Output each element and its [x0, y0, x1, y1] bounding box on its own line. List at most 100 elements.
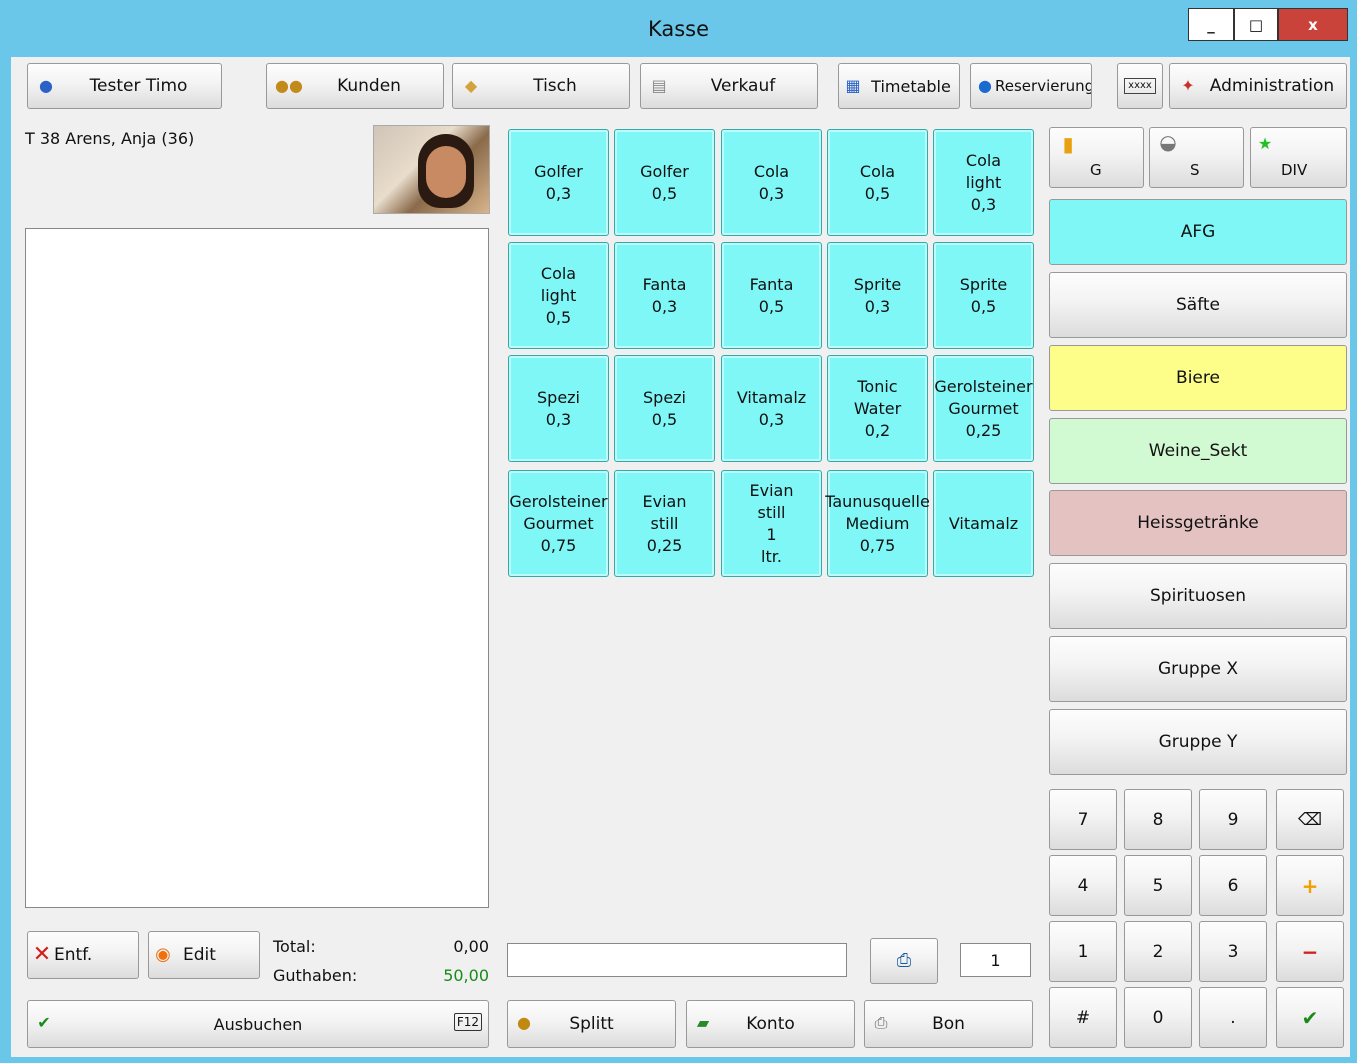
- group-s-label: S: [1190, 161, 1200, 179]
- product-button[interactable]: Spezi 0,5: [614, 355, 715, 462]
- window-frame-bottom: [0, 1057, 1357, 1063]
- group-g-button[interactable]: ▮ G: [1049, 127, 1144, 188]
- close-button[interactable]: x: [1278, 8, 1348, 41]
- beer-icon: ▮: [1062, 132, 1074, 156]
- edit-button[interactable]: ◉ Edit: [148, 931, 260, 979]
- group-div-button[interactable]: ★ DIV: [1250, 127, 1347, 188]
- account-button-label: Konto: [746, 1014, 795, 1034]
- table-button[interactable]: ◆ Tisch: [452, 63, 630, 109]
- window-frame-left: [0, 57, 11, 1063]
- book-out-button[interactable]: ✔ Ausbuchen F12: [27, 1000, 489, 1048]
- product-button[interactable]: Sprite 0,5: [933, 242, 1034, 349]
- window-title: Kasse: [647, 16, 710, 41]
- category-button[interactable]: Heissgetränke: [1049, 490, 1347, 556]
- edit-icon: ◉: [155, 944, 171, 965]
- window-frame-right: [1350, 57, 1357, 1063]
- product-button[interactable]: Cola 0,5: [827, 129, 928, 236]
- product-button[interactable]: Evian still 0,25: [614, 470, 715, 577]
- product-button[interactable]: Cola 0,3: [721, 129, 822, 236]
- receipt-printer-icon: ⎙: [874, 1013, 888, 1032]
- product-button[interactable]: Evian still 1 ltr.: [721, 470, 822, 577]
- numpad-key-1[interactable]: 1: [1049, 921, 1117, 982]
- customer-info: T 38 Arens, Anja (36): [25, 129, 195, 148]
- receipt-button-label: Bon: [932, 1014, 965, 1034]
- group-div-label: DIV: [1281, 161, 1308, 179]
- order-list[interactable]: [25, 228, 489, 908]
- product-button[interactable]: Taunusquelle Medium 0,75: [825, 470, 930, 577]
- credit-value: 50,00: [443, 966, 489, 985]
- keyboard-icon: xxxx: [1124, 78, 1156, 94]
- category-button[interactable]: Gruppe X: [1049, 636, 1347, 702]
- user-icon: ●: [39, 76, 53, 95]
- globe-icon: ●: [978, 76, 992, 95]
- delete-button[interactable]: ✕ Entf.: [27, 931, 139, 979]
- delete-button-label: Entf.: [54, 945, 93, 965]
- users-icon: ●●: [275, 76, 303, 95]
- product-button[interactable]: Tonic Water 0,2: [827, 355, 928, 462]
- reservation-button[interactable]: ● Reservierung: [970, 63, 1092, 109]
- timetable-button-label: Timetable: [871, 76, 951, 96]
- customers-button[interactable]: ●● Kunden: [266, 63, 444, 109]
- category-button[interactable]: AFG: [1049, 199, 1347, 265]
- product-button[interactable]: Golfer 0,5: [614, 129, 715, 236]
- administration-button[interactable]: ✦ Administration: [1169, 63, 1347, 109]
- split-icon: ●: [517, 1013, 531, 1032]
- minimize-button[interactable]: _: [1188, 8, 1234, 41]
- book-out-label: Ausbuchen: [213, 1014, 303, 1034]
- customers-button-label: Kunden: [337, 76, 401, 96]
- numpad-key-0[interactable]: 0: [1124, 987, 1192, 1048]
- numpad-key-8[interactable]: 8: [1124, 789, 1192, 850]
- account-button[interactable]: ▰ Konto: [686, 1000, 855, 1048]
- category-button[interactable]: Weine_Sekt: [1049, 418, 1347, 484]
- user-button[interactable]: ● Tester Timo: [27, 63, 222, 109]
- administration-button-label: Administration: [1209, 76, 1335, 96]
- table-icon: ◆: [464, 76, 478, 95]
- product-button[interactable]: Gerolsteiner Gourmet 0,75: [508, 470, 609, 577]
- category-button[interactable]: Gruppe Y: [1049, 709, 1347, 775]
- print-button[interactable]: ⎙: [870, 938, 938, 984]
- timetable-icon: ▦: [845, 76, 861, 95]
- numpad-key-4[interactable]: 4: [1049, 855, 1117, 916]
- numpad-key-6[interactable]: 6: [1199, 855, 1267, 916]
- category-button[interactable]: Säfte: [1049, 272, 1347, 338]
- product-button[interactable]: Vitamalz 0,3: [721, 355, 822, 462]
- split-button[interactable]: ● Splitt: [507, 1000, 676, 1048]
- sales-button[interactable]: ▤ Verkauf: [640, 63, 818, 109]
- numpad-key-7[interactable]: 7: [1049, 789, 1117, 850]
- product-button[interactable]: Golfer 0,3: [508, 129, 609, 236]
- pot-icon: ◒: [1159, 130, 1177, 154]
- maximize-button[interactable]: □: [1234, 8, 1278, 41]
- numpad-key-decimal[interactable]: .: [1199, 987, 1267, 1048]
- numpad-key-hash[interactable]: #: [1049, 987, 1117, 1048]
- product-button[interactable]: Cola light 0,3: [933, 129, 1034, 236]
- quantity-field[interactable]: 1: [960, 943, 1031, 977]
- numpad-key-confirm[interactable]: ✔: [1276, 987, 1344, 1048]
- product-button[interactable]: Fanta 0,3: [614, 242, 715, 349]
- reservation-button-label: Reservierung: [995, 77, 1091, 95]
- keyboard-button[interactable]: xxxx: [1117, 63, 1163, 109]
- product-button[interactable]: Sprite 0,3: [827, 242, 928, 349]
- numpad-key-3[interactable]: 3: [1199, 921, 1267, 982]
- printer-icon: ⎙: [896, 950, 912, 971]
- delete-icon: ✕: [32, 942, 52, 967]
- numpad-key-9[interactable]: 9: [1199, 789, 1267, 850]
- product-button[interactable]: Gerolsteiner Gourmet 0,25: [933, 355, 1034, 462]
- product-button[interactable]: Cola light 0,5: [508, 242, 609, 349]
- timetable-button[interactable]: ▦ Timetable: [838, 63, 960, 109]
- numpad-key-backspace[interactable]: ⌫: [1276, 789, 1344, 850]
- numpad-key-plus[interactable]: +: [1276, 855, 1344, 916]
- product-button[interactable]: Spezi 0,3: [508, 355, 609, 462]
- f12-key-hint: F12: [453, 1013, 482, 1031]
- receipt-button[interactable]: ⎙ Bon: [864, 1000, 1033, 1048]
- customer-photo: [373, 125, 490, 214]
- group-s-button[interactable]: ◒ S: [1149, 127, 1244, 188]
- total-value: 0,00: [453, 937, 489, 956]
- product-button[interactable]: Vitamalz: [933, 470, 1034, 577]
- numpad-key-2[interactable]: 2: [1124, 921, 1192, 982]
- numpad-key-minus[interactable]: −: [1276, 921, 1344, 982]
- numpad-key-5[interactable]: 5: [1124, 855, 1192, 916]
- entry-input[interactable]: [507, 943, 847, 977]
- product-button[interactable]: Fanta 0,5: [721, 242, 822, 349]
- category-button[interactable]: Biere: [1049, 345, 1347, 411]
- category-button[interactable]: Spirituosen: [1049, 563, 1347, 629]
